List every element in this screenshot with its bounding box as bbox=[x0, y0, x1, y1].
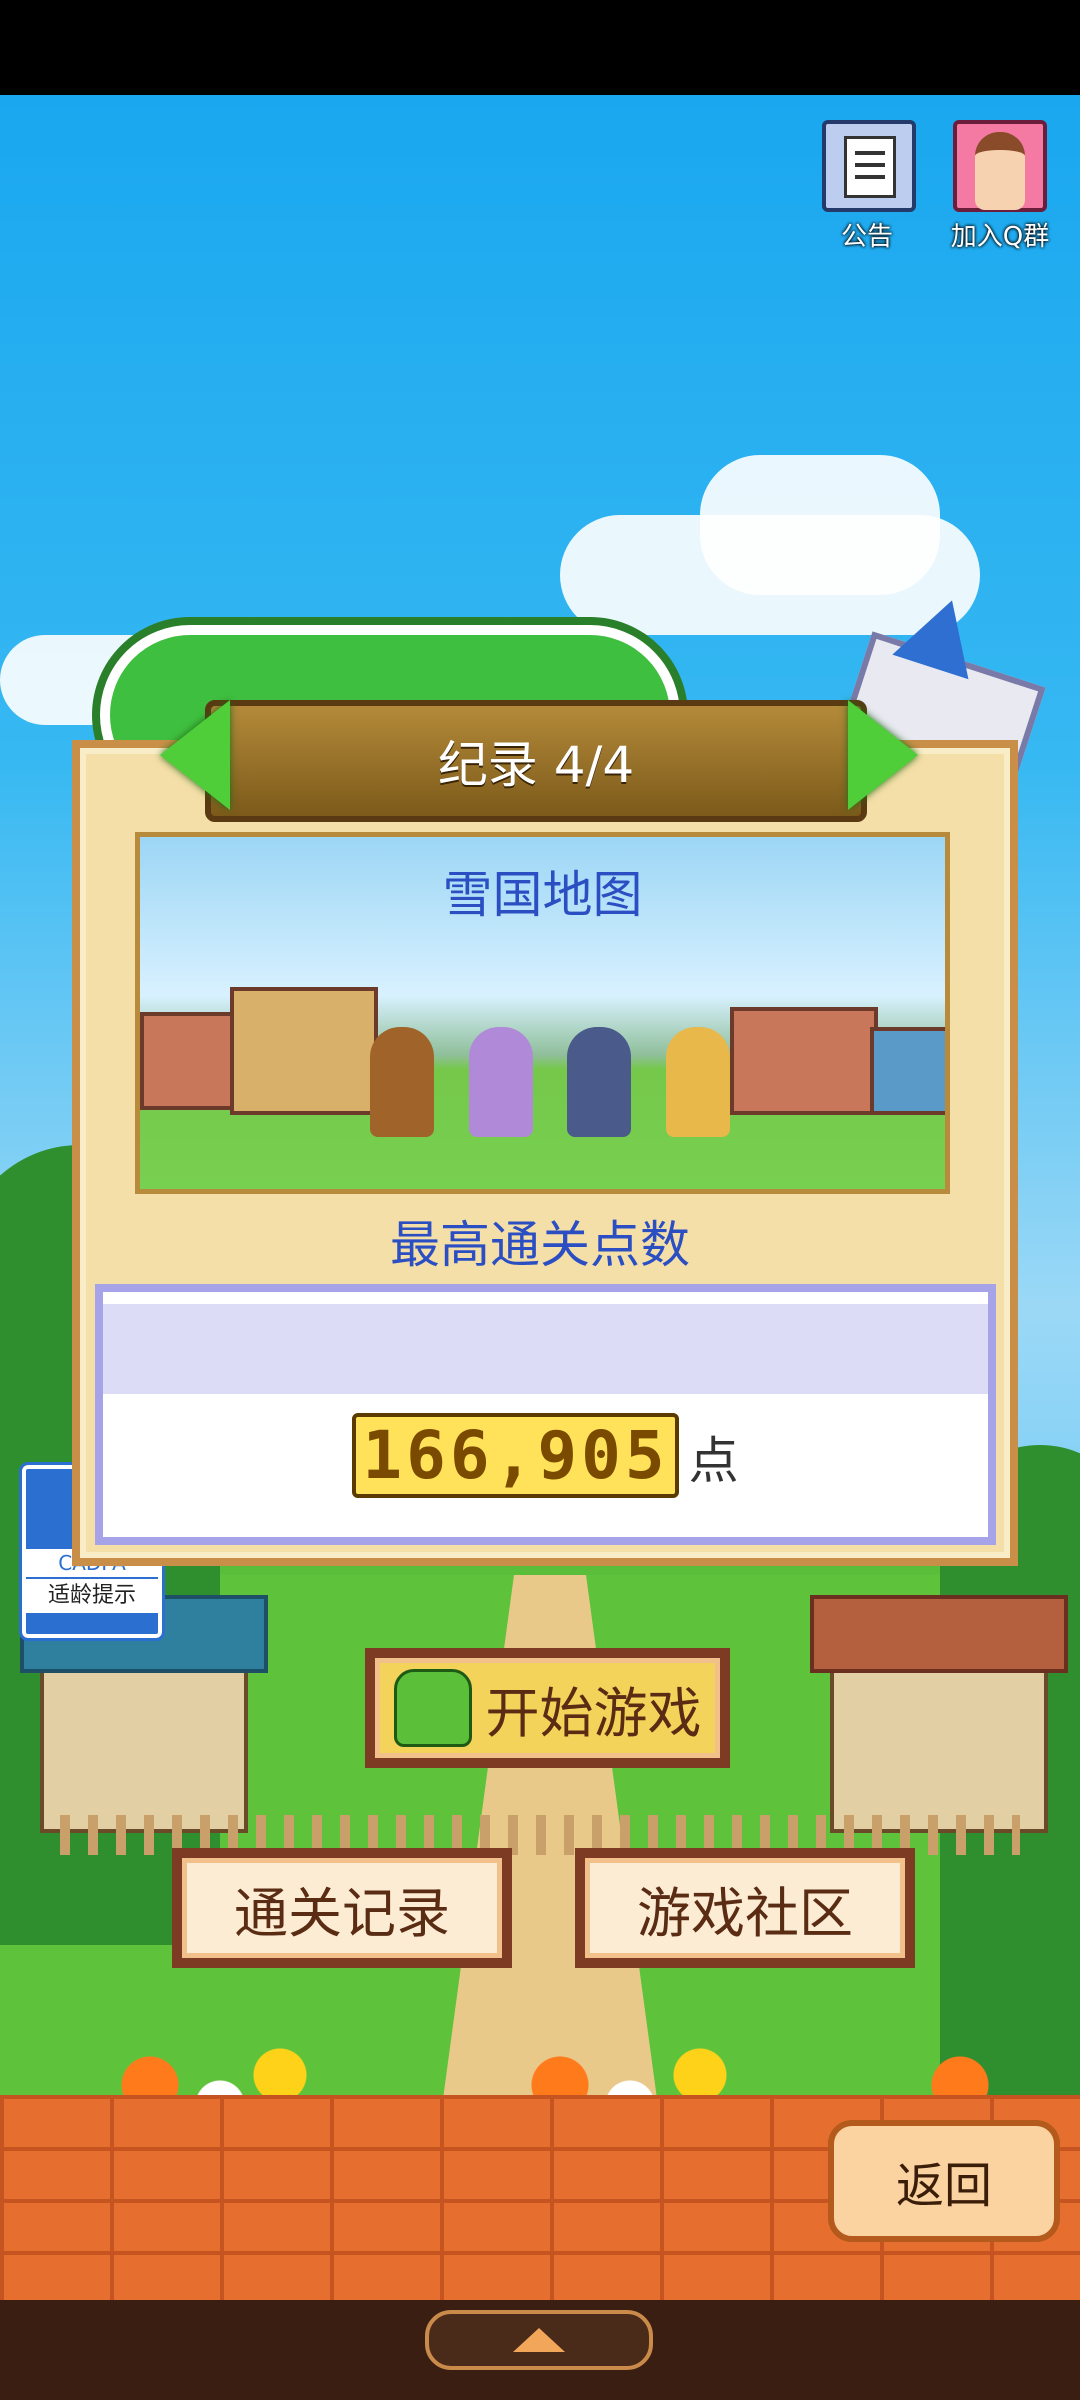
swipe-up-handle[interactable] bbox=[425, 2310, 653, 2370]
score-line: 166,905 点 bbox=[103, 1413, 988, 1498]
map-house bbox=[730, 1007, 878, 1115]
cloud bbox=[700, 455, 940, 595]
record-title-text: 纪录 4/4 bbox=[437, 736, 635, 794]
hero-character bbox=[665, 1027, 730, 1137]
house bbox=[40, 1655, 248, 1833]
house bbox=[830, 1655, 1048, 1833]
hero-character bbox=[370, 1027, 434, 1137]
start-game-label: 开始游戏 bbox=[485, 1681, 702, 1745]
house-roof bbox=[810, 1595, 1068, 1673]
record-title: 纪录 4/4 bbox=[205, 700, 867, 822]
game-community-label: 游戏社区 bbox=[637, 1881, 853, 1945]
qq-group-label: 加入Q群 bbox=[950, 222, 1050, 252]
start-game-button[interactable]: 开始游戏 bbox=[365, 1648, 730, 1768]
clear-records-button[interactable]: 通关记录 bbox=[172, 1848, 512, 1968]
qq-group-avatar-icon bbox=[953, 120, 1047, 212]
clear-records-label: 通关记录 bbox=[234, 1881, 450, 1945]
score-value: 166,905 bbox=[352, 1413, 679, 1498]
join-qq-group-button[interactable]: 加入Q群 bbox=[950, 120, 1050, 253]
score-unit: 点 bbox=[688, 1432, 739, 1490]
swipe-up-icon bbox=[513, 2328, 565, 2352]
map-name: 雪国地图 bbox=[442, 866, 643, 924]
next-arrow-icon[interactable] bbox=[848, 700, 918, 810]
back-label: 返回 bbox=[895, 2158, 992, 2214]
notice-label: 公告 bbox=[840, 222, 893, 252]
age-rating-tip: 适龄提示 bbox=[26, 1577, 158, 1613]
score-heading: 最高通关点数 bbox=[390, 1216, 690, 1274]
hero-party bbox=[370, 1027, 730, 1147]
notice-icon bbox=[822, 120, 916, 212]
map-house bbox=[230, 987, 378, 1115]
hero-character bbox=[468, 1027, 533, 1137]
score-stripe bbox=[103, 1304, 988, 1394]
dragon-icon bbox=[393, 1669, 472, 1747]
map-house bbox=[870, 1027, 945, 1115]
hero-character bbox=[567, 1027, 632, 1137]
notice-button[interactable]: 公告 bbox=[822, 120, 916, 253]
prev-arrow-icon[interactable] bbox=[160, 700, 230, 810]
map-preview-image: 雪国地图 bbox=[135, 832, 950, 1194]
score-box: 166,905 点 bbox=[95, 1284, 996, 1545]
game-community-button[interactable]: 游戏社区 bbox=[575, 1848, 915, 1968]
back-button[interactable]: 返回 bbox=[828, 2120, 1060, 2242]
